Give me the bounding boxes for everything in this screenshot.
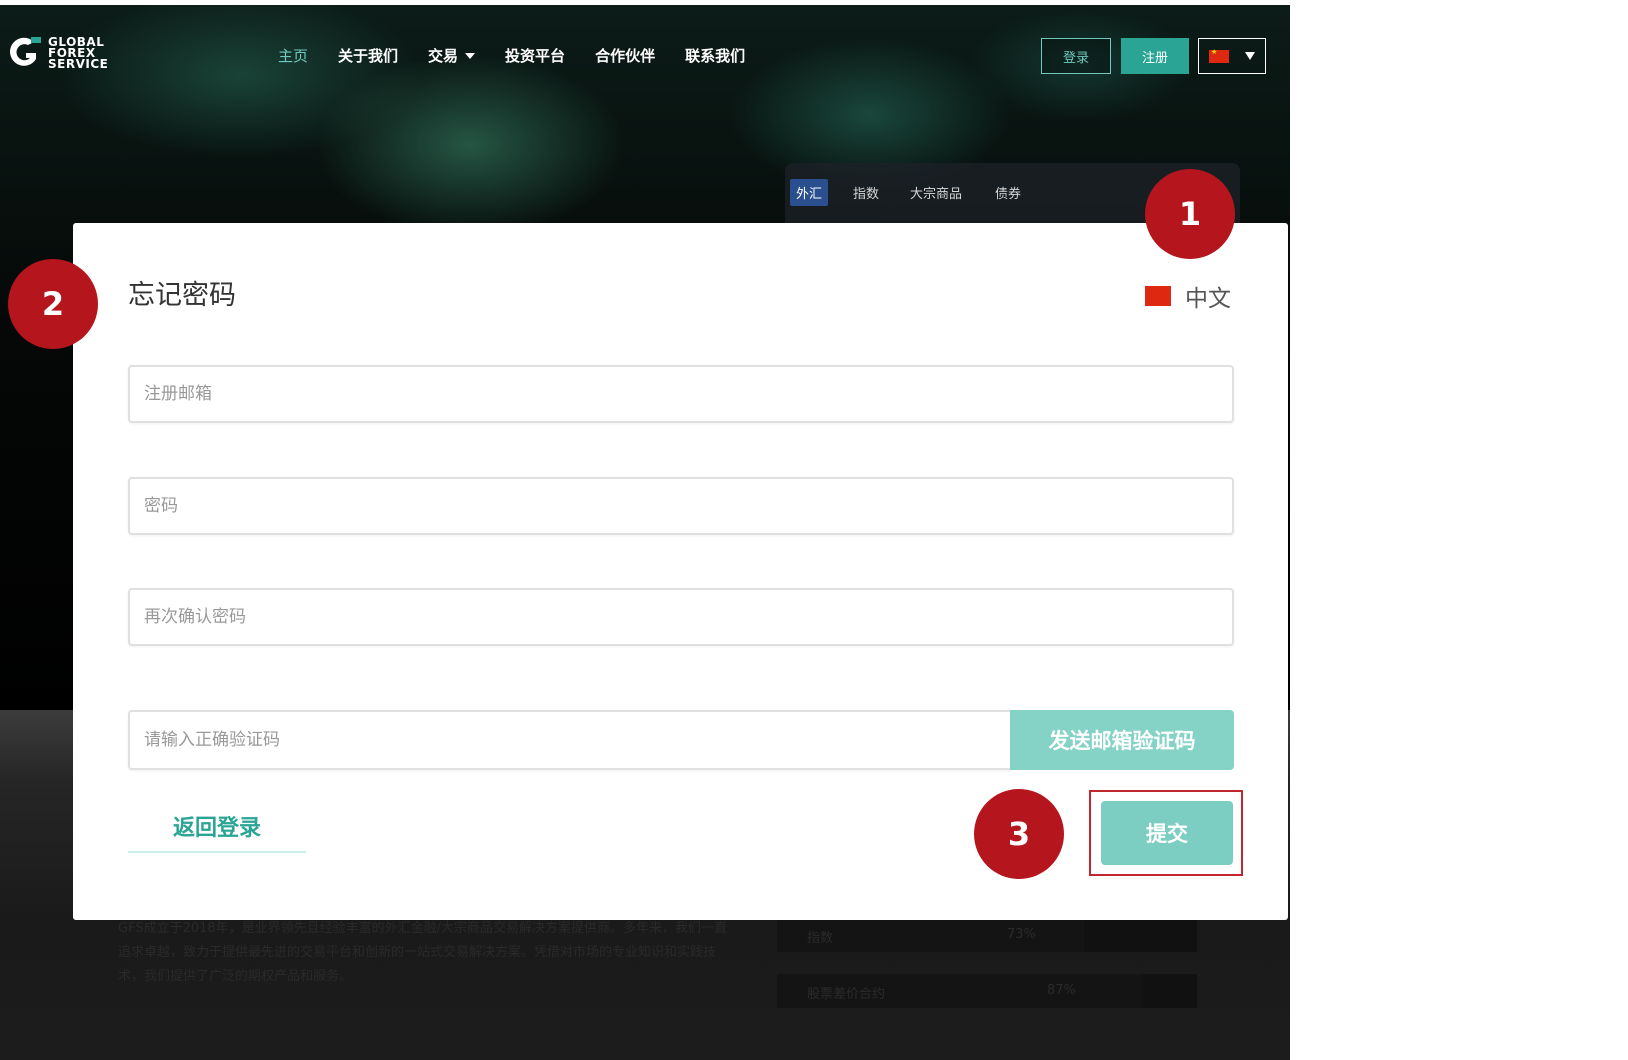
nav-contact[interactable]: 联系我们 — [685, 45, 745, 66]
main-nav: 主页 关于我们 交易 投资平台 合作伙伴 联系我们 — [278, 45, 775, 66]
email-input[interactable] — [130, 367, 1232, 421]
nav-about[interactable]: 关于我们 — [338, 45, 398, 66]
nav-trade[interactable]: 交易 — [428, 45, 476, 66]
stat-label: 股票差价合约 — [807, 987, 886, 1002]
confirm-password-field-wrapper — [128, 588, 1234, 646]
nav-platform[interactable]: 投资平台 — [505, 45, 565, 66]
tab-indices[interactable]: 指数 — [853, 183, 879, 202]
forgot-password-modal: 忘记密码 中文 发送邮箱验证码 返回登录 提交 — [73, 223, 1288, 920]
brand-logo[interactable]: GLOBAL FOREX SERVICE — [4, 33, 108, 73]
china-flag-icon — [1145, 286, 1171, 306]
stat-row: 股票差价合约 87% — [777, 974, 1197, 1008]
code-field-wrapper — [128, 710, 1012, 770]
language-selector[interactable] — [1198, 38, 1266, 74]
nav-trade-label: 交易 — [428, 47, 459, 65]
step-badge-2: 2 — [8, 259, 98, 349]
step-badge-3: 3 — [974, 789, 1064, 879]
confirm-password-input[interactable] — [130, 590, 1232, 644]
send-email-code-button[interactable]: 发送邮箱验证码 — [1010, 710, 1234, 770]
china-flag-icon — [1209, 48, 1229, 63]
gfs-logo-icon — [4, 33, 44, 73]
caret-down-icon — [465, 52, 476, 59]
stat-label: 指数 — [807, 931, 834, 946]
password-input[interactable] — [130, 479, 1232, 533]
caret-down-icon — [1245, 52, 1255, 60]
register-button[interactable]: 注册 — [1121, 38, 1189, 74]
tab-forex[interactable]: 外汇 — [790, 179, 829, 206]
stat-row: 指数 73% — [777, 918, 1197, 952]
stat-percent: 73% — [1007, 927, 1036, 942]
stat-percent: 87% — [1047, 983, 1076, 998]
login-button[interactable]: 登录 — [1041, 38, 1111, 74]
password-field-wrapper — [128, 477, 1234, 535]
tab-bonds[interactable]: 债券 — [995, 183, 1021, 202]
nav-partners[interactable]: 合作伙伴 — [595, 45, 655, 66]
about-text: GFS成立于2018年，是业界领先且经验丰富的外汇金融/大宗商品交易解决方案提供… — [118, 921, 728, 984]
step-badge-1: 1 — [1145, 169, 1235, 259]
modal-language-switch[interactable]: 中文 — [1145, 279, 1231, 313]
verification-code-input[interactable] — [130, 712, 1012, 768]
back-to-login-link[interactable]: 返回登录 — [128, 801, 306, 853]
email-field-wrapper — [128, 365, 1234, 423]
tab-commodities[interactable]: 大宗商品 — [910, 183, 962, 202]
submit-button[interactable]: 提交 — [1101, 801, 1233, 865]
nav-home[interactable]: 主页 — [278, 45, 308, 66]
language-label: 中文 — [1185, 286, 1231, 312]
modal-title: 忘记密码 — [128, 280, 236, 311]
logo-wordmark: GLOBAL FOREX SERVICE — [48, 34, 109, 71]
